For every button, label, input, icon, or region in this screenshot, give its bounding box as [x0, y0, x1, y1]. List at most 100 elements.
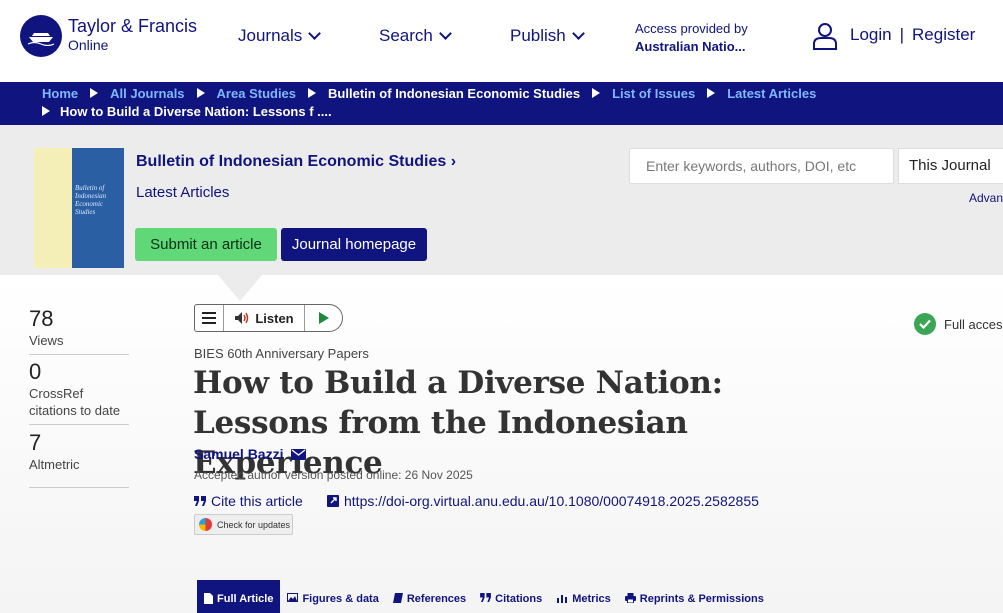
- breadcrumb-list-of-issues[interactable]: List of Issues: [612, 86, 695, 101]
- image-icon: [287, 593, 299, 602]
- chevron-down-icon: [439, 27, 452, 40]
- nav-publish[interactable]: Publish: [510, 26, 585, 46]
- metric-views-label: Views: [29, 333, 64, 348]
- play-icon: [318, 312, 329, 324]
- posted-date: Accepted author version posted online: 2…: [194, 468, 473, 482]
- journal-title: Bulletin of Indonesian Economic Studies: [136, 153, 447, 170]
- band-pointer: [218, 275, 262, 301]
- bar-chart-icon: [557, 595, 568, 603]
- checkmark-icon: [914, 313, 936, 335]
- journal-cover-image[interactable]: Bulletin of Indonesian Economic Studies: [34, 148, 124, 268]
- nav-journals-label: Journals: [238, 26, 303, 45]
- breadcrumb-area-studies[interactable]: Area Studies: [217, 86, 296, 101]
- article-section: BIES 60th Anniversary Papers: [194, 346, 369, 361]
- nav-publish-label: Publish: [510, 26, 566, 45]
- cover-title: Bulletin of Indonesian Economic Studies: [75, 184, 107, 216]
- chevron-down-icon: [571, 27, 585, 40]
- brand-name: Taylor & Francis: [68, 16, 198, 36]
- speaker-icon: [235, 312, 249, 324]
- listen-label: Listen: [255, 310, 294, 326]
- search-scope-select[interactable]: This Journal: [898, 148, 1003, 184]
- breadcrumb: Home All Journals Area Studies Bulletin of …: [0, 82, 1003, 125]
- arrow-right-icon: [308, 88, 317, 98]
- metric-views: 78 Views: [29, 306, 129, 355]
- metric-crossref: 0 CrossRef citations to date: [29, 359, 129, 425]
- breadcrumb-all-journals[interactable]: All Journals: [110, 86, 184, 101]
- nav-search-label: Search: [379, 26, 433, 45]
- site-header: Taylor & Francis Online Journals Search …: [0, 0, 1003, 82]
- doi-link[interactable]: https://doi-org.virtual.anu.edu.au/10.10…: [327, 493, 759, 509]
- tab-references-label: References: [406, 593, 467, 605]
- register-link[interactable]: Register: [912, 25, 975, 44]
- tab-metrics-label: Metrics: [572, 593, 611, 605]
- author-name[interactable]: Samuel Bazzi: [194, 446, 283, 462]
- arrow-right-icon: [707, 88, 716, 98]
- metric-altmetric[interactable]: 7 Altmetric: [29, 430, 129, 488]
- metric-views-value: 78: [29, 306, 54, 331]
- crossmark-icon: [199, 518, 212, 531]
- access-status-label: Full access: [944, 316, 1003, 332]
- login-link[interactable]: Login: [850, 25, 892, 44]
- submit-article-button[interactable]: Submit an article: [135, 228, 277, 261]
- quote-icon: [480, 593, 492, 602]
- user-icon[interactable]: [812, 22, 838, 55]
- access-status: Full access: [914, 313, 1003, 335]
- taylor-francis-logo[interactable]: Taylor & Francis Online: [20, 15, 197, 57]
- tab-citations-label: Citations: [495, 593, 543, 605]
- check-for-updates-button[interactable]: Check for updates: [194, 514, 293, 535]
- journal-title-link[interactable]: Bulletin of Indonesian Economic Studies …: [136, 153, 456, 171]
- article-tabs: Full Article Figures & data References C…: [197, 580, 771, 613]
- cite-article-link[interactable]: Cite this article: [194, 493, 303, 509]
- chevron-down-icon: [308, 27, 322, 40]
- metric-crossref-value: 0: [29, 359, 42, 384]
- play-button[interactable]: [305, 305, 342, 331]
- metric-altmetric-value: 7: [29, 430, 42, 455]
- chevron-right-icon: ›: [450, 153, 457, 170]
- tab-figures-label: Figures & data: [302, 593, 379, 605]
- metric-altmetric-label: Altmetric: [29, 457, 80, 472]
- author-row: Samuel Bazzi: [194, 446, 307, 462]
- arrow-right-icon: [42, 106, 50, 116]
- auth-separator: |: [899, 25, 905, 44]
- arrow-right-icon: [592, 88, 601, 98]
- check-updates-label: Check for updates: [217, 519, 291, 530]
- tab-reprints[interactable]: Reprints & Permissions: [618, 580, 771, 613]
- access-institution[interactable]: Australian Natio...: [635, 38, 748, 56]
- document-icon: [204, 593, 213, 604]
- tab-reprints-label: Reprints & Permissions: [639, 593, 764, 605]
- boat-logo-icon: [20, 15, 62, 57]
- breadcrumb-current: How to Build a Diverse Nation: Lessons f…: [60, 104, 332, 119]
- institution-access: Access provided by Australian Natio...: [635, 20, 748, 56]
- metric-crossref-label: CrossRef citations to date: [29, 386, 121, 418]
- print-icon: [624, 593, 636, 603]
- doi-text: https://doi-org.virtual.anu.edu.au/10.10…: [344, 493, 759, 509]
- book-icon: [392, 593, 403, 603]
- breadcrumb-journal[interactable]: Bulletin of Indonesian Economic Studies: [328, 86, 580, 101]
- journal-band: Bulletin of Indonesian Economic Studies …: [0, 125, 1003, 275]
- breadcrumb-home[interactable]: Home: [42, 86, 78, 101]
- tab-citations[interactable]: Citations: [473, 580, 549, 613]
- listen-button[interactable]: Listen: [224, 305, 305, 331]
- tab-full-article-label: Full Article: [217, 593, 274, 605]
- arrow-right-icon: [196, 88, 205, 98]
- nav-search[interactable]: Search: [379, 26, 452, 46]
- listen-player: Listen: [194, 304, 343, 332]
- brand-online: Online: [68, 37, 109, 53]
- breadcrumb-latest-articles[interactable]: Latest Articles: [727, 86, 816, 101]
- tab-figures-data[interactable]: Figures & data: [280, 580, 385, 613]
- access-label: Access provided by: [635, 21, 748, 36]
- tab-references[interactable]: References: [386, 580, 473, 613]
- journal-homepage-button[interactable]: Journal homepage: [281, 228, 427, 261]
- nav-journals[interactable]: Journals: [238, 26, 322, 46]
- advanced-search-link[interactable]: Advan: [969, 191, 1003, 205]
- tab-metrics[interactable]: Metrics: [549, 580, 618, 613]
- tab-full-article[interactable]: Full Article: [197, 580, 281, 613]
- search-input[interactable]: Enter keywords, authors, DOI, etc: [629, 148, 894, 184]
- journal-subtitle: Latest Articles: [136, 184, 230, 201]
- article-title: How to Build a Diverse Nation: Lessons f…: [193, 365, 723, 481]
- arrow-right-icon: [90, 88, 99, 98]
- menu-icon[interactable]: [195, 305, 224, 331]
- quote-icon: [194, 496, 206, 506]
- envelope-icon[interactable]: [291, 448, 307, 460]
- external-link-icon: [327, 495, 339, 507]
